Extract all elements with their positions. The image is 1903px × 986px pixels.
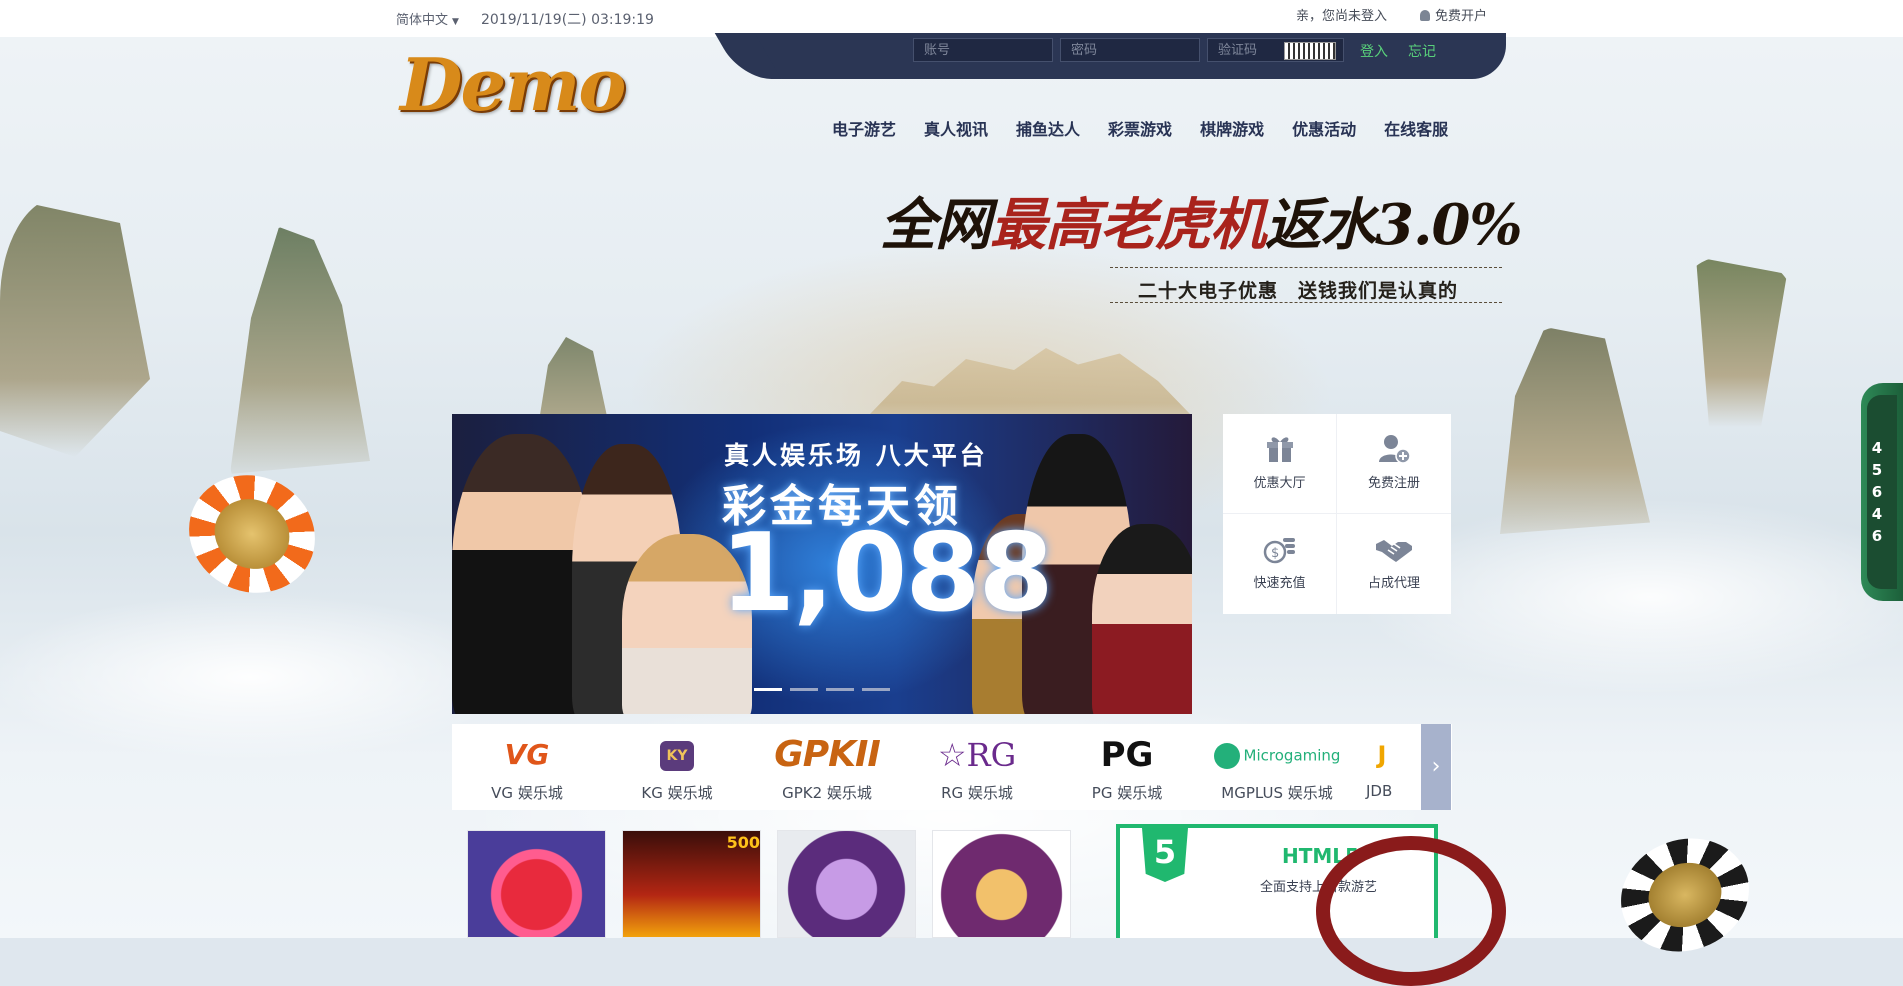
hero-headline: 全网最高老虎机返水3.0% bbox=[880, 180, 1523, 261]
quick-link-label: 优惠大厅 bbox=[1253, 476, 1306, 491]
provider-logo: KY bbox=[602, 732, 752, 778]
nav-item-promotions[interactable]: 优惠活动 bbox=[1292, 116, 1356, 140]
provider-jdb[interactable]: J JDB bbox=[1352, 724, 1412, 800]
provider-name: KG 娱乐城 bbox=[641, 784, 713, 802]
banner-amount: 1,088 bbox=[720, 511, 1054, 636]
headline-part: 最高老虎机 bbox=[990, 192, 1266, 258]
user-plus-icon bbox=[1379, 435, 1411, 464]
provider-rg[interactable]: ☆RG RG 娱乐城 bbox=[902, 724, 1052, 803]
provider-gpk2[interactable]: GPKII GPK2 娱乐城 bbox=[752, 724, 902, 803]
caret-down-icon: ▼ bbox=[452, 17, 459, 27]
handshake-icon bbox=[1376, 540, 1412, 562]
html5-shield-icon: 5 bbox=[1142, 828, 1188, 882]
banner-model bbox=[452, 434, 592, 714]
site-logo[interactable]: Demo bbox=[400, 42, 626, 127]
quick-link-promotions[interactable]: 优惠大厅 bbox=[1223, 414, 1337, 514]
provider-name: VG 娱乐城 bbox=[491, 784, 563, 802]
game-thumbnail[interactable] bbox=[932, 830, 1071, 938]
provider-logo: VG bbox=[504, 738, 550, 771]
carousel-dot[interactable] bbox=[862, 688, 890, 691]
gift-icon bbox=[1266, 437, 1293, 462]
banner-model bbox=[1092, 524, 1192, 714]
login-button[interactable]: 登入 bbox=[1360, 41, 1388, 61]
mountain-cliff bbox=[230, 227, 370, 474]
mountain-cliff bbox=[1500, 327, 1650, 534]
side-tab-digits: 45646 bbox=[1871, 439, 1883, 545]
provider-name: MGPLUS 娱乐城 bbox=[1221, 784, 1333, 802]
nav-item-slots[interactable]: 电子游艺 bbox=[832, 116, 896, 140]
chevron-right-icon[interactable]: › bbox=[1421, 724, 1451, 810]
microgaming-icon bbox=[1213, 742, 1240, 769]
nav-item-card-games[interactable]: 棋牌游戏 bbox=[1200, 116, 1264, 140]
provider-name: RG 娱乐城 bbox=[941, 784, 1013, 802]
quick-link-agent[interactable]: 占成代理 bbox=[1337, 514, 1451, 614]
provider-name: JDB bbox=[1366, 782, 1393, 800]
game-thumbnail[interactable] bbox=[777, 830, 916, 938]
provider-name: GPK2 娱乐城 bbox=[782, 784, 872, 802]
main-nav: 电子游艺 真人视讯 捕鱼达人 彩票游戏 棋牌游戏 优惠活动 在线客服 bbox=[832, 116, 1448, 140]
provider-logo: J bbox=[1377, 741, 1387, 769]
quick-links: 优惠大厅 免费注册 $ 快速充值 占成代理 bbox=[1223, 414, 1451, 614]
provider-name: PG 娱乐城 bbox=[1091, 784, 1163, 802]
provider-vg[interactable]: VG VG 娱乐城 bbox=[452, 724, 602, 803]
quick-link-deposit[interactable]: $ 快速充值 bbox=[1223, 514, 1337, 614]
provider-logo: PG bbox=[1100, 735, 1154, 775]
carousel-dot[interactable] bbox=[754, 688, 782, 691]
nav-item-fishing[interactable]: 捕鱼达人 bbox=[1016, 116, 1080, 140]
headline-part: 全网 bbox=[880, 192, 991, 258]
nav-item-support[interactable]: 在线客服 bbox=[1384, 116, 1448, 140]
top-bar: 简体中文 ▼ 2019/11/19(二) 03:19:19 亲，您尚未登入 免费开… bbox=[0, 0, 1903, 37]
mountain-cliff bbox=[1696, 257, 1787, 427]
game-thumbnail[interactable]: 500 bbox=[622, 830, 761, 938]
language-selector[interactable]: 简体中文 ▼ bbox=[396, 9, 459, 28]
provider-logo: ☆RG bbox=[937, 736, 1017, 774]
user-icon bbox=[1420, 10, 1430, 21]
hero-subline: 二十大电子优惠 送钱我们是认真的 bbox=[1138, 280, 1459, 302]
quick-link-label: 占成代理 bbox=[1367, 576, 1420, 591]
quick-link-register[interactable]: 免费注册 bbox=[1337, 414, 1451, 514]
promo-banner[interactable]: 真人娱乐场 八大平台 彩金每天领 1,088 bbox=[452, 414, 1192, 714]
coins-icon: $ bbox=[1263, 538, 1295, 564]
game-thumbnail[interactable] bbox=[467, 830, 606, 938]
provider-pg[interactable]: PG PG 娱乐城 bbox=[1052, 724, 1202, 803]
language-label: 简体中文 bbox=[396, 13, 449, 28]
register-label: 免费开户 bbox=[1435, 9, 1488, 24]
provider-mgplus[interactable]: Microgaming MGPLUS 娱乐城 bbox=[1202, 724, 1352, 803]
username-input[interactable]: 账号 bbox=[913, 38, 1053, 62]
quick-link-label: 免费注册 bbox=[1367, 476, 1420, 491]
provider-logo-text: Microgaming bbox=[1243, 746, 1341, 765]
banner-title: 真人娱乐场 八大平台 bbox=[724, 441, 988, 470]
nav-item-live-casino[interactable]: 真人视讯 bbox=[924, 116, 988, 140]
headline-part: 返水3.0% bbox=[1265, 192, 1523, 258]
divider bbox=[1110, 302, 1502, 303]
provider-logo: GPKII bbox=[774, 734, 881, 775]
divider bbox=[1110, 267, 1502, 268]
login-panel: 账号 密码 验证码 登入 忘记 bbox=[748, 33, 1506, 79]
captcha-image[interactable] bbox=[1284, 42, 1336, 60]
carousel-dots bbox=[754, 688, 890, 691]
forgot-password-link[interactable]: 忘记 bbox=[1408, 41, 1436, 61]
greeting-text: 亲，您尚未登入 bbox=[1296, 9, 1388, 24]
current-datetime: 2019/11/19(二) 03:19:19 bbox=[481, 12, 654, 28]
provider-logo: Microgaming bbox=[1202, 732, 1352, 778]
game-tag: 500 bbox=[726, 833, 760, 852]
carousel-dot[interactable] bbox=[790, 688, 818, 691]
quick-link-label: 快速充值 bbox=[1253, 576, 1306, 591]
side-float-tab[interactable]: 45646 bbox=[1861, 383, 1903, 601]
provider-kg[interactable]: KY KG 娱乐城 bbox=[602, 724, 752, 803]
decorative-ring bbox=[1316, 836, 1506, 986]
carousel-dot[interactable] bbox=[826, 688, 854, 691]
password-input[interactable]: 密码 bbox=[1060, 38, 1200, 62]
provider-strip: VG VG 娱乐城 KY KG 娱乐城 GPKII GPK2 娱乐城 ☆RG R… bbox=[452, 724, 1452, 810]
mountain-cliff bbox=[0, 197, 150, 457]
nav-item-lottery[interactable]: 彩票游戏 bbox=[1108, 116, 1172, 140]
svg-text:$: $ bbox=[1271, 546, 1279, 561]
register-link[interactable]: 免费开户 bbox=[1420, 5, 1487, 24]
provider-logo-badge: KY bbox=[660, 740, 694, 771]
